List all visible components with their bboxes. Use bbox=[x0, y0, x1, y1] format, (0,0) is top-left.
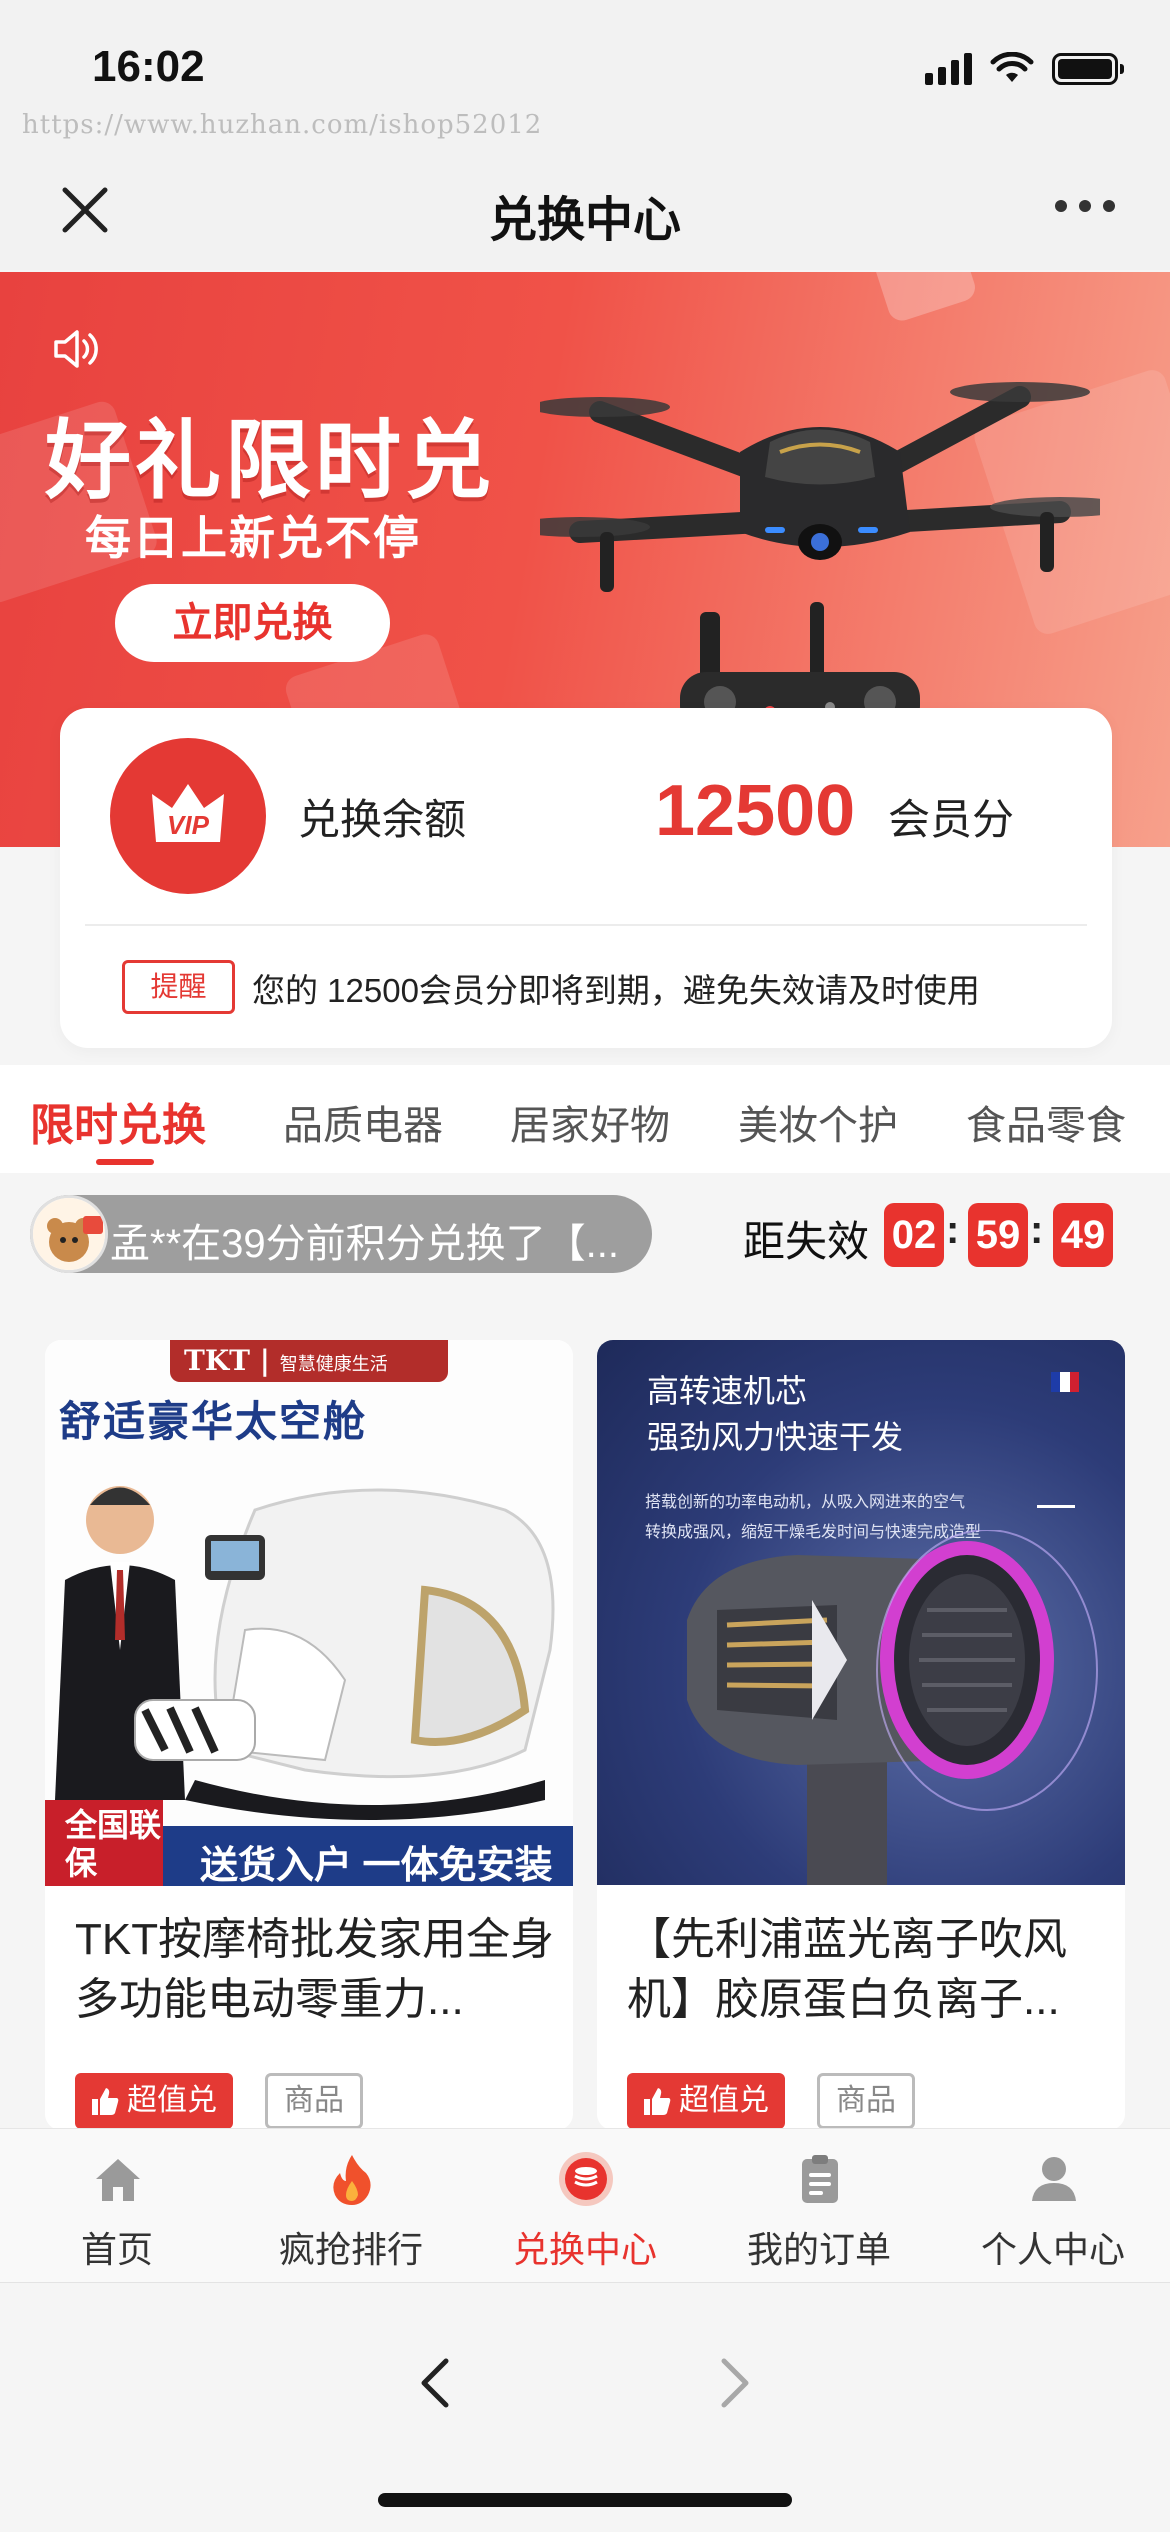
redeem-ticker: 孟**在39分前积分兑换了【... bbox=[30, 1195, 652, 1273]
goods-tag: 商品 bbox=[265, 2073, 363, 2129]
page-title: 兑换中心 bbox=[488, 194, 681, 247]
tab-food-snacks[interactable]: 食品零食 bbox=[966, 1093, 1126, 1151]
speaker-icon[interactable] bbox=[52, 327, 102, 371]
home-icon bbox=[96, 2159, 140, 2201]
status-icons bbox=[925, 52, 1124, 86]
flag-icon bbox=[1051, 1372, 1079, 1392]
status-bar: 16:02 https://www.huzhan.com/ishop52012 bbox=[0, 0, 1170, 150]
brand-label: TKT | 智慧健康生活 bbox=[170, 1340, 448, 1382]
banner-subtitle: 每日上新兑不停 bbox=[85, 512, 421, 564]
thumbs-up-icon bbox=[92, 2088, 119, 2115]
divider bbox=[85, 924, 1087, 926]
remind-text: 您的 12500会员分即将到期，避免失效请及时使用 bbox=[252, 972, 980, 1009]
svg-text:VIP: VIP bbox=[167, 810, 210, 840]
countdown-hours: 02 bbox=[884, 1203, 944, 1267]
ticker-text: 孟**在39分前积分兑换了【... bbox=[110, 1222, 619, 1266]
balance-amount: 12500 bbox=[655, 771, 856, 851]
avatar bbox=[30, 1195, 108, 1273]
countdown-seconds: 49 bbox=[1053, 1203, 1113, 1267]
product-card[interactable]: TKT | 智慧健康生活 舒适豪华太空舱 送货入户 一体免安装 全国联保 TKT… bbox=[45, 1340, 573, 2130]
fire-icon bbox=[333, 2155, 371, 2205]
tab-appliances[interactable]: 品质电器 bbox=[283, 1093, 443, 1151]
dryer-illustration bbox=[687, 1530, 1098, 1885]
drone-product-image bbox=[540, 382, 1100, 722]
redeem-now-button[interactable]: 立即兑换 bbox=[115, 584, 390, 662]
tab-home-goods[interactable]: 居家好物 bbox=[510, 1093, 670, 1151]
balance-label: 兑换余额 bbox=[298, 796, 467, 843]
remind-tag: 提醒 bbox=[122, 960, 235, 1014]
active-tab-indicator bbox=[96, 1159, 154, 1165]
vip-icon: VIP bbox=[110, 738, 266, 894]
tab-limited-time[interactable]: 限时兑换 bbox=[30, 1089, 206, 1153]
value-badge: 超值兑 bbox=[75, 2073, 233, 2129]
product-title: TKT按摩椅批发家用全身多功能电动零重力... bbox=[75, 1915, 555, 2024]
bottom-tab-profile[interactable]: 个人中心 bbox=[936, 2129, 1170, 2283]
cellular-signal-icon bbox=[925, 53, 972, 85]
coins-icon bbox=[559, 2152, 613, 2206]
clipboard-icon bbox=[802, 2155, 838, 2203]
countdown-minutes: 59 bbox=[968, 1203, 1028, 1267]
wifi-icon bbox=[990, 52, 1034, 82]
warranty-tag: 全国联保 bbox=[45, 1800, 163, 1886]
forward-arrow-icon[interactable] bbox=[710, 2353, 760, 2413]
bottom-tab-bar: 首页 疯抢排行 兑换中心 我的订单 个人中心 bbox=[0, 2128, 1170, 2282]
banner-title: 好礼限时兑 bbox=[45, 413, 495, 509]
category-tabs: 限时兑换 品质电器 居家好物 美妆个护 食品零食 bbox=[0, 1065, 1170, 1173]
hair-dryer-image: 高转速机芯 强劲风力快速干发 搭载创新的功率电动机，从吸入网进来的空气 转换成强… bbox=[597, 1340, 1125, 1885]
nav-bar: 兑换中心 bbox=[0, 150, 1170, 270]
watermark-text: https://www.huzhan.com/ishop52012 bbox=[22, 110, 543, 140]
value-badge: 超值兑 bbox=[627, 2073, 785, 2129]
more-icon[interactable] bbox=[1055, 200, 1115, 212]
product-card[interactable]: 高转速机芯 强劲风力快速干发 搭载创新的功率电动机，从吸入网进来的空气 转换成强… bbox=[597, 1340, 1125, 2130]
massage-chair-image: TKT | 智慧健康生活 舒适豪华太空舱 送货入户 一体免安装 全国联保 bbox=[45, 1340, 573, 1887]
status-time: 16:02 bbox=[92, 42, 205, 91]
chair-illustration bbox=[55, 1486, 555, 1820]
battery-icon bbox=[1052, 53, 1124, 85]
image-headline: 舒适豪华太空舱 bbox=[59, 1398, 368, 1445]
countdown-separator: : bbox=[1030, 1208, 1044, 1252]
countdown-separator: : bbox=[946, 1208, 960, 1252]
tab-beauty-care[interactable]: 美妆个护 bbox=[738, 1093, 898, 1151]
countdown-label: 距失效 bbox=[743, 1218, 870, 1265]
balance-card: VIP 兑换余额 12500 会员分 提醒 您的 12500会员分即将到期，避免… bbox=[60, 708, 1112, 1048]
image-headline: 高转速机芯 强劲风力快速干发 bbox=[647, 1373, 904, 1455]
bottom-tab-home[interactable]: 首页 bbox=[0, 2129, 234, 2283]
bottom-tab-ranking[interactable]: 疯抢排行 bbox=[234, 2129, 468, 2283]
divider bbox=[1037, 1505, 1075, 1508]
browser-toolbar bbox=[0, 2282, 1170, 2532]
balance-unit: 会员分 bbox=[888, 796, 1015, 843]
product-title: 【先利浦蓝光离子吹风机】胶原蛋白负离子... bbox=[627, 1915, 1067, 2024]
bottom-tab-orders[interactable]: 我的订单 bbox=[702, 2129, 936, 2283]
thumbs-up-icon bbox=[644, 2088, 671, 2115]
goods-tag: 商品 bbox=[817, 2073, 915, 2129]
back-arrow-icon[interactable] bbox=[410, 2353, 460, 2413]
bottom-tab-exchange[interactable]: 兑换中心 bbox=[468, 2129, 702, 2283]
user-icon bbox=[1032, 2157, 1076, 2201]
home-indicator bbox=[378, 2493, 792, 2507]
